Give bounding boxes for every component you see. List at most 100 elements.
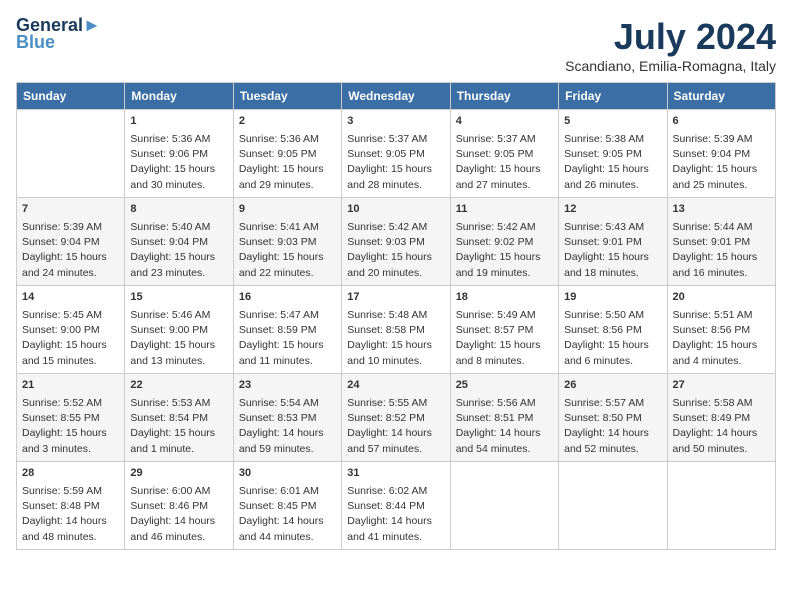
calendar-cell: 14Sunrise: 5:45 AMSunset: 9:00 PMDayligh… — [17, 286, 125, 374]
day-number: 22 — [130, 378, 227, 394]
calendar-cell: 29 Sunrise: 6:00 AMSunset: 8:46 PMDayligh… — [125, 462, 233, 550]
day-info: Sunrise: 5:51 AMSunset: 8:56 PMDaylight:… — [673, 309, 758, 367]
day-info: Sunrise: 5:59 AMSunset: 8:48 PMDaylight:… — [22, 485, 107, 543]
day-number: 19 — [564, 290, 661, 306]
calendar-cell: 25 Sunrise: 5:56 AMSunset: 8:51 PMDayligh… — [450, 374, 558, 462]
day-number: 7 — [22, 202, 119, 218]
day-number: 18 — [456, 290, 553, 306]
month-title: July 2024 — [565, 16, 776, 58]
day-info: Sunrise: 5:37 AMSunset: 9:05 PMDaylight:… — [347, 133, 432, 191]
logo-blue: Blue — [16, 32, 55, 53]
day-info: Sunrise: 5:50 AMSunset: 8:56 PMDaylight:… — [564, 309, 649, 367]
title-block: July 2024 Scandiano, Emilia-Romagna, Ita… — [565, 16, 776, 74]
day-number: 13 — [673, 202, 770, 218]
calendar-cell: 13 Sunrise: 5:44 AMSunset: 9:01 PMDayligh… — [667, 198, 775, 286]
calendar-cell: 5 Sunrise: 5:38 AMSunset: 9:05 PMDaylight… — [559, 110, 667, 198]
day-number: 4 — [456, 114, 553, 130]
day-info: Sunrise: 5:39 AMSunset: 9:04 PMDaylight:… — [673, 133, 758, 191]
calendar-cell: 17 Sunrise: 5:48 AMSunset: 8:58 PMDayligh… — [342, 286, 450, 374]
day-info: Sunrise: 5:46 AMSunset: 9:00 PMDaylight:… — [130, 309, 215, 367]
day-header: Tuesday — [233, 83, 341, 110]
day-info: Sunrise: 5:44 AMSunset: 9:01 PMDaylight:… — [673, 221, 758, 279]
day-number: 11 — [456, 202, 553, 218]
calendar-cell — [450, 462, 558, 550]
day-info: Sunrise: 5:49 AMSunset: 8:57 PMDaylight:… — [456, 309, 541, 367]
day-number: 27 — [673, 378, 770, 394]
day-info: Sunrise: 5:52 AMSunset: 8:55 PMDaylight:… — [22, 397, 107, 455]
calendar-cell: 11 Sunrise: 5:42 AMSunset: 9:02 PMDayligh… — [450, 198, 558, 286]
day-number: 26 — [564, 378, 661, 394]
day-number: 17 — [347, 290, 444, 306]
calendar-cell: 16 Sunrise: 5:47 AMSunset: 8:59 PMDayligh… — [233, 286, 341, 374]
day-number: 16 — [239, 290, 336, 306]
day-number: 12 — [564, 202, 661, 218]
calendar-cell: 18 Sunrise: 5:49 AMSunset: 8:57 PMDayligh… — [450, 286, 558, 374]
calendar-cell — [559, 462, 667, 550]
day-header: Sunday — [17, 83, 125, 110]
day-info: Sunrise: 5:53 AMSunset: 8:54 PMDaylight:… — [130, 397, 215, 455]
day-number: 24 — [347, 378, 444, 394]
calendar-table: SundayMondayTuesdayWednesdayThursdayFrid… — [16, 82, 776, 550]
calendar-cell — [17, 110, 125, 198]
day-info: Sunrise: 5:55 AMSunset: 8:52 PMDaylight:… — [347, 397, 432, 455]
day-number: 20 — [673, 290, 770, 306]
calendar-cell: 12 Sunrise: 5:43 AMSunset: 9:01 PMDayligh… — [559, 198, 667, 286]
day-number: 5 — [564, 114, 661, 130]
day-info: Sunrise: 6:02 AMSunset: 8:44 PMDaylight:… — [347, 485, 432, 543]
calendar-cell: 1Sunrise: 5:36 AMSunset: 9:06 PMDaylight… — [125, 110, 233, 198]
day-info: Sunrise: 5:42 AMSunset: 9:03 PMDaylight:… — [347, 221, 432, 279]
day-header: Friday — [559, 83, 667, 110]
day-number: 9 — [239, 202, 336, 218]
day-info: Sunrise: 5:43 AMSunset: 9:01 PMDaylight:… — [564, 221, 649, 279]
day-info: Sunrise: 5:54 AMSunset: 8:53 PMDaylight:… — [239, 397, 324, 455]
logo: General► Blue — [16, 16, 101, 53]
calendar-week-row: 14Sunrise: 5:45 AMSunset: 9:00 PMDayligh… — [17, 286, 776, 374]
calendar-cell: 28 Sunrise: 5:59 AMSunset: 8:48 PMDayligh… — [17, 462, 125, 550]
day-info: Sunrise: 6:00 AMSunset: 8:46 PMDaylight:… — [130, 485, 215, 543]
calendar-cell: 4 Sunrise: 5:37 AMSunset: 9:05 PMDaylight… — [450, 110, 558, 198]
calendar-cell: 10 Sunrise: 5:42 AMSunset: 9:03 PMDayligh… — [342, 198, 450, 286]
day-number: 23 — [239, 378, 336, 394]
day-number: 31 — [347, 466, 444, 482]
location-subtitle: Scandiano, Emilia-Romagna, Italy — [565, 58, 776, 74]
calendar-cell: 9 Sunrise: 5:41 AMSunset: 9:03 PMDaylight… — [233, 198, 341, 286]
day-number: 30 — [239, 466, 336, 482]
day-number: 25 — [456, 378, 553, 394]
day-info: Sunrise: 5:48 AMSunset: 8:58 PMDaylight:… — [347, 309, 432, 367]
day-number: 2 — [239, 114, 336, 130]
day-info: Sunrise: 6:01 AMSunset: 8:45 PMDaylight:… — [239, 485, 324, 543]
day-header: Thursday — [450, 83, 558, 110]
day-number: 10 — [347, 202, 444, 218]
day-header: Wednesday — [342, 83, 450, 110]
day-number: 21 — [22, 378, 119, 394]
page-header: General► Blue July 2024 Scandiano, Emili… — [16, 16, 776, 74]
calendar-cell — [667, 462, 775, 550]
calendar-cell: 26Sunrise: 5:57 AMSunset: 8:50 PMDayligh… — [559, 374, 667, 462]
day-number: 28 — [22, 466, 119, 482]
day-number: 3 — [347, 114, 444, 130]
calendar-header-row: SundayMondayTuesdayWednesdayThursdayFrid… — [17, 83, 776, 110]
day-info: Sunrise: 5:36 AMSunset: 9:06 PMDaylight:… — [130, 133, 215, 191]
day-info: Sunrise: 5:41 AMSunset: 9:03 PMDaylight:… — [239, 221, 324, 279]
day-info: Sunrise: 5:39 AMSunset: 9:04 PMDaylight:… — [22, 221, 107, 279]
day-info: Sunrise: 5:56 AMSunset: 8:51 PMDaylight:… — [456, 397, 541, 455]
calendar-cell: 22 Sunrise: 5:53 AMSunset: 8:54 PMDayligh… — [125, 374, 233, 462]
calendar-cell: 15 Sunrise: 5:46 AMSunset: 9:00 PMDayligh… — [125, 286, 233, 374]
calendar-cell: 20 Sunrise: 5:51 AMSunset: 8:56 PMDayligh… — [667, 286, 775, 374]
calendar-week-row: 1Sunrise: 5:36 AMSunset: 9:06 PMDaylight… — [17, 110, 776, 198]
day-info: Sunrise: 5:42 AMSunset: 9:02 PMDaylight:… — [456, 221, 541, 279]
day-number: 14 — [22, 290, 119, 306]
day-number: 29 — [130, 466, 227, 482]
day-number: 15 — [130, 290, 227, 306]
day-info: Sunrise: 5:47 AMSunset: 8:59 PMDaylight:… — [239, 309, 324, 367]
day-header: Saturday — [667, 83, 775, 110]
day-info: Sunrise: 5:38 AMSunset: 9:05 PMDaylight:… — [564, 133, 649, 191]
day-info: Sunrise: 5:37 AMSunset: 9:05 PMDaylight:… — [456, 133, 541, 191]
day-number: 8 — [130, 202, 227, 218]
calendar-cell: 7 Sunrise: 5:39 AMSunset: 9:04 PMDaylight… — [17, 198, 125, 286]
calendar-cell: 21 Sunrise: 5:52 AMSunset: 8:55 PMDayligh… — [17, 374, 125, 462]
calendar-cell: 30 Sunrise: 6:01 AMSunset: 8:45 PMDayligh… — [233, 462, 341, 550]
day-info: Sunrise: 5:58 AMSunset: 8:49 PMDaylight:… — [673, 397, 758, 455]
calendar-cell: 3 Sunrise: 5:37 AMSunset: 9:05 PMDaylight… — [342, 110, 450, 198]
calendar-cell: 23 Sunrise: 5:54 AMSunset: 8:53 PMDayligh… — [233, 374, 341, 462]
